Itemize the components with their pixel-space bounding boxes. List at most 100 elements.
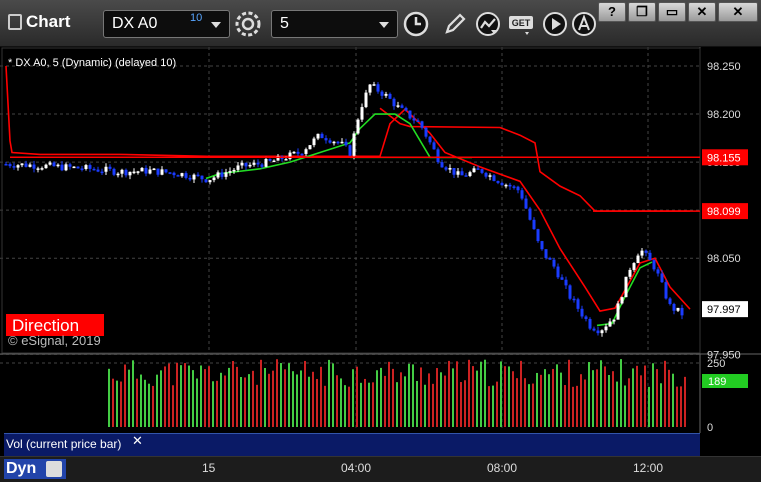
y-tick-label: 97.950 <box>707 349 741 361</box>
volume-bar <box>188 365 190 427</box>
price-bar-body <box>488 175 492 177</box>
price-bar-body <box>128 171 132 176</box>
price-bar-body <box>292 151 296 154</box>
volume-bar <box>676 386 678 427</box>
lock-icon[interactable] <box>46 461 62 477</box>
volume-bar <box>456 361 458 427</box>
price-bar-body <box>612 319 616 322</box>
volume-bar <box>148 383 150 427</box>
price-bar-body <box>416 120 420 123</box>
price-bar-body <box>356 119 360 134</box>
price-bar-body <box>636 255 640 264</box>
price-bar-body <box>392 98 396 107</box>
price-bar-body <box>144 167 148 174</box>
volume-bar <box>560 372 562 427</box>
price-bar-body <box>108 166 112 169</box>
volume-bar <box>588 362 590 427</box>
volume-bar <box>196 378 198 427</box>
volume-bar <box>240 377 242 427</box>
clock-icon[interactable] <box>402 10 430 38</box>
study-icon[interactable] <box>474 10 502 38</box>
maximize-button[interactable]: ✕ <box>688 2 716 22</box>
volume-bar <box>628 378 630 427</box>
toolbar: Chart DX A0 10 5 GET ? ❐ ▭ ✕ ✕ <box>0 0 761 47</box>
help-button[interactable]: ? <box>598 2 626 22</box>
volume-bar <box>600 360 602 427</box>
volume-bar <box>556 364 558 427</box>
volume-bar <box>232 360 234 427</box>
price-bar-body <box>172 172 176 176</box>
price-bar-body <box>384 93 388 96</box>
volume-bar <box>536 372 538 427</box>
volume-bar <box>252 370 254 427</box>
price-bar-body <box>408 110 412 119</box>
volume-bar <box>424 384 426 427</box>
volume-bar <box>640 375 642 427</box>
close-button[interactable]: ✕ <box>718 2 758 22</box>
volume-bar <box>488 386 490 427</box>
price-bar-body <box>376 84 380 92</box>
close-icon[interactable]: ✕ <box>132 433 143 449</box>
get-icon[interactable]: GET <box>507 10 537 38</box>
settings-icon[interactable] <box>234 10 262 38</box>
price-bar-body <box>540 241 544 250</box>
pencil-icon[interactable] <box>441 10 469 38</box>
interval-select[interactable]: 5 <box>271 10 398 38</box>
volume-bar <box>288 363 290 427</box>
price-bar-body <box>388 93 392 99</box>
price-bar-body <box>296 151 300 154</box>
volume-bar <box>384 375 386 427</box>
price-bar-body <box>120 169 124 174</box>
volume-bar <box>652 363 654 427</box>
volume-bar <box>308 376 310 427</box>
volume-bar <box>420 367 422 427</box>
volume-bar <box>480 361 482 427</box>
price-bar-body <box>148 169 152 174</box>
volume-bar <box>236 366 238 427</box>
price-chart[interactable]: 2500189 98.25098.20098.15098.10098.05097… <box>0 47 761 433</box>
price-bar-body <box>536 229 540 242</box>
volume-pane-label: Vol (current price bar) <box>6 437 122 451</box>
x-tick-label: 08:00 <box>487 461 518 475</box>
volume-bar <box>576 385 578 427</box>
price-bar-body <box>584 316 588 320</box>
volume-bar <box>204 369 206 427</box>
price-bar-body <box>24 163 28 167</box>
dynamic-mode-button[interactable]: Dyn <box>4 459 66 479</box>
price-bar-body <box>496 181 500 183</box>
minimize-button[interactable]: ▭ <box>658 2 686 22</box>
chart-legend: * DX A0, 5 (Dynamic) (delayed 10) <box>8 57 176 69</box>
chevron-down-icon[interactable] <box>379 22 389 28</box>
price-bar-body <box>152 168 156 171</box>
volume-bar <box>596 369 598 427</box>
price-bar-body <box>208 180 212 183</box>
play-icon[interactable] <box>541 10 569 38</box>
volume-bar <box>604 366 606 427</box>
price-bar-body <box>572 298 576 301</box>
volume-bar <box>112 378 114 427</box>
restore-button[interactable]: ❐ <box>628 2 656 22</box>
volume-bar <box>368 382 370 427</box>
volume-bar <box>592 370 594 427</box>
copyright-text: © eSignal, 2019 <box>8 333 101 348</box>
price-bar-body <box>196 174 200 177</box>
price-bar-body <box>576 299 580 309</box>
symbol-input[interactable]: DX A0 10 <box>103 10 230 38</box>
price-bar-body <box>232 169 236 172</box>
alert-icon[interactable] <box>570 10 598 38</box>
volume-bar <box>280 363 282 427</box>
volume-bar <box>520 360 522 427</box>
volume-bar <box>400 372 402 427</box>
price-bar-body <box>560 277 564 280</box>
x-tick-label: 04:00 <box>341 461 372 475</box>
price-bar-body <box>372 84 376 86</box>
price-bar-body <box>520 190 524 199</box>
volume-bar <box>648 386 650 427</box>
price-bar-body <box>420 121 424 128</box>
price-bar-body <box>252 162 256 165</box>
price-bar-body <box>524 198 528 209</box>
interval-value: 5 <box>280 15 289 32</box>
volume-bar <box>440 372 442 427</box>
price-bar-body <box>116 173 120 176</box>
chevron-down-icon[interactable] <box>211 22 221 28</box>
